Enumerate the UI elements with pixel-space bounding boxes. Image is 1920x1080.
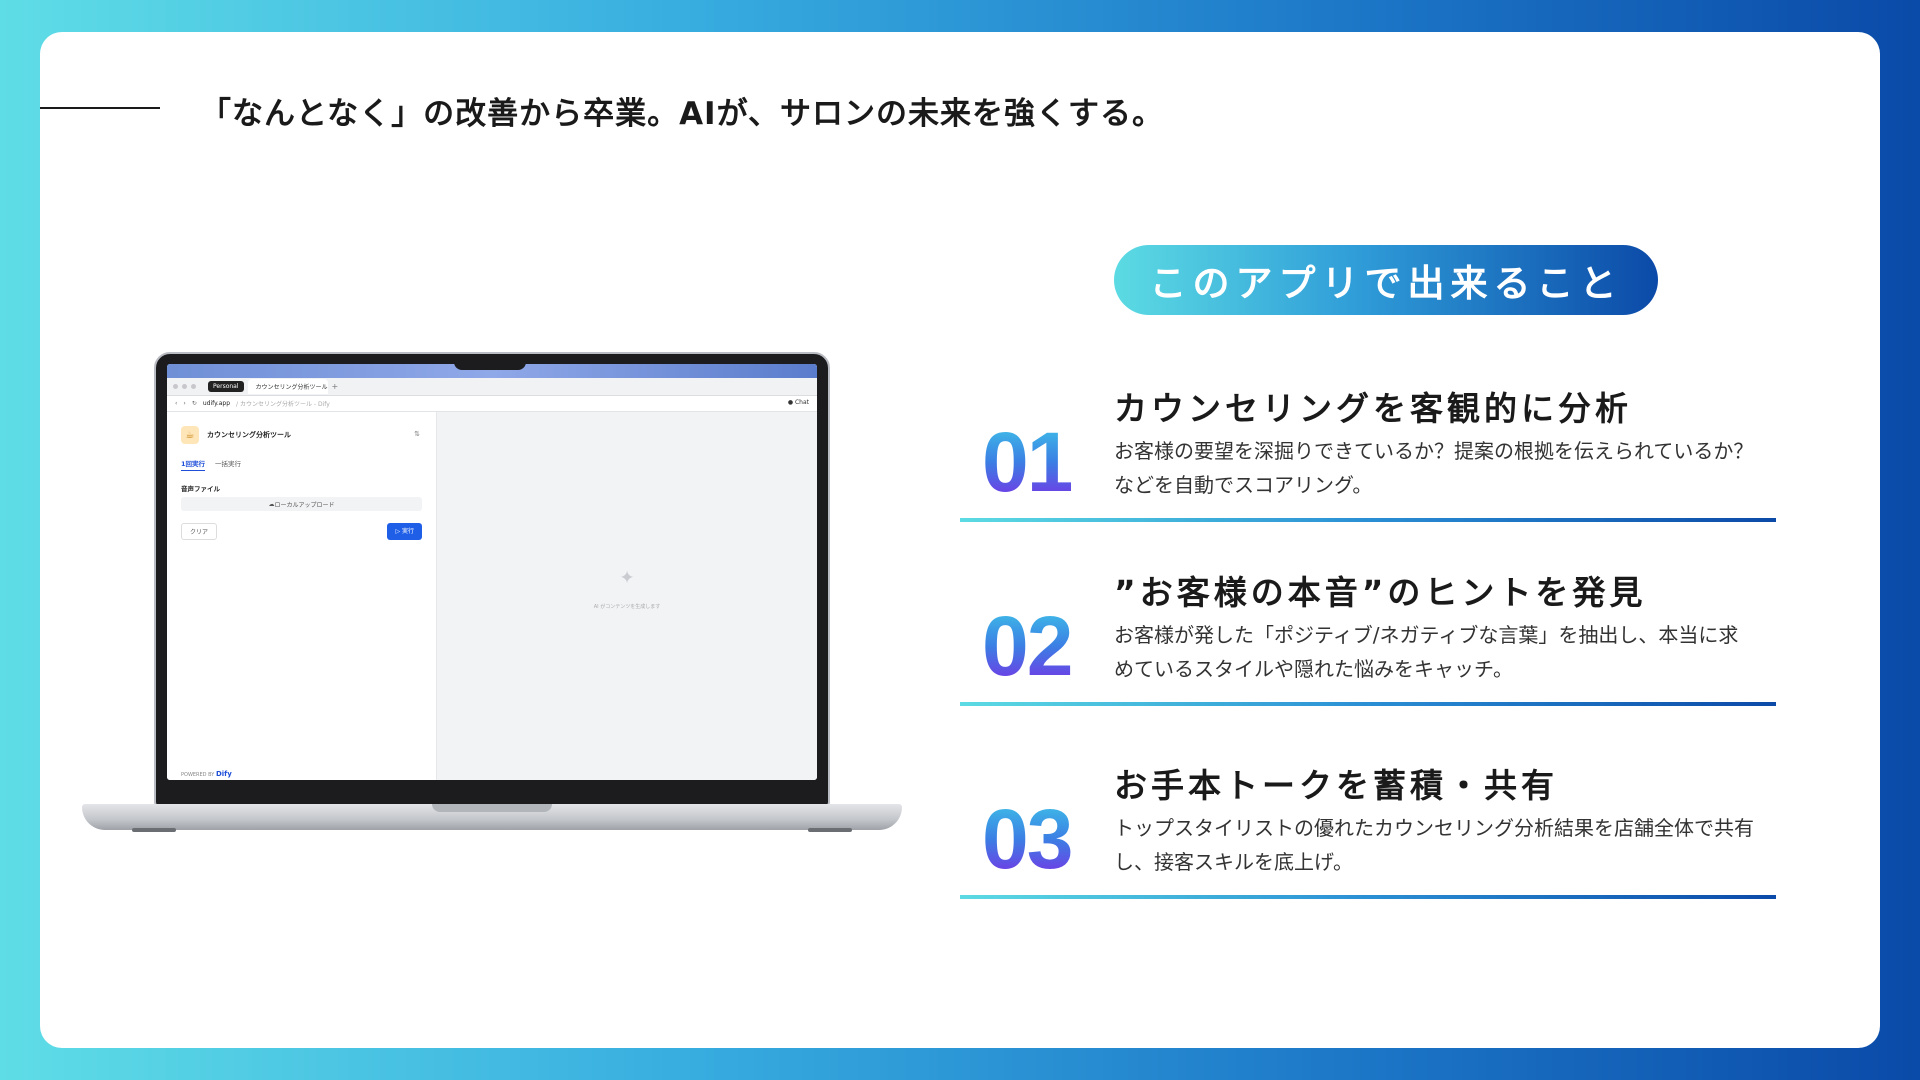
local-upload-button[interactable]: ☁ ローカルアップロード — [181, 497, 422, 511]
powered-by: POWERED BY Dify — [181, 770, 232, 778]
window-max-dot[interactable] — [191, 384, 196, 389]
laptop-mockup: Personal カウンセリング分析ツール + ‹ › ↻ udify.app … — [82, 352, 902, 872]
action-row: クリア ▷ 実行 — [181, 523, 422, 540]
feature-item-2: 02 ”お客様の本音”のヒントを発見 お客様が発した「ポジティブ/ネガティブな言… — [960, 566, 1776, 706]
run-button[interactable]: ▷ 実行 — [387, 523, 422, 540]
laptop-foot-right — [808, 828, 852, 832]
feature-title: カウンセリングを客観的に分析 — [1114, 389, 1632, 428]
ai-generate-note: AI がコンテンツを生成します — [593, 604, 661, 611]
browser-tab[interactable]: カウンセリング分析ツール — [247, 379, 328, 394]
clear-button[interactable]: クリア — [181, 523, 218, 540]
new-tab-icon[interactable]: + — [332, 382, 339, 391]
laptop-foot-left — [132, 828, 176, 832]
upload-label: ローカルアップロード — [274, 501, 335, 509]
feature-number: 03 — [982, 792, 1073, 886]
powered-by-label: POWERED BY — [181, 772, 215, 778]
window-close-dot[interactable] — [173, 384, 178, 389]
laptop-screen: Personal カウンセリング分析ツール + ‹ › ↻ udify.app … — [167, 364, 817, 780]
audio-file-label: 音声ファイル — [181, 485, 220, 493]
feature-desc: トップスタイリストの優れたカウンセリング分析結果を店舗全体で共有し、接客スキルを… — [1114, 816, 1754, 874]
tab-batch-run[interactable]: 一括実行 — [215, 458, 241, 471]
forward-icon[interactable]: › — [183, 400, 185, 407]
swap-icon[interactable]: ⇅ — [414, 430, 420, 438]
dify-app: ☕ カウンセリング分析ツール ⇅ 1回実行 一括実行 音声ファイル ☁ ローカル… — [167, 412, 817, 780]
window-min-dot[interactable] — [182, 384, 187, 389]
url-host: udify.app — [202, 400, 231, 407]
headline: 「なんとなく」の改善から卒業。AIが、サロンの未来を強くする。 — [200, 96, 1164, 132]
browser-tabbar: Personal カウンセリング分析ツール + — [167, 378, 817, 396]
features-badge: このアプリで出来ること — [1114, 245, 1658, 315]
chat-label: Chat — [794, 399, 809, 406]
feature-desc: お客様が発した「ポジティブ/ネガティブな言葉」を抽出し、本当に求めているスタイル… — [1114, 623, 1739, 681]
feature-number: 02 — [982, 599, 1073, 693]
feature-divider — [960, 518, 1776, 522]
app-header: ☕ カウンセリング分析ツール — [181, 426, 422, 444]
profile-chip[interactable]: Personal — [208, 381, 244, 392]
feature-number: 01 — [982, 415, 1073, 509]
output-panel: ✦ AI がコンテンツを生成します — [437, 412, 817, 780]
feature-item-3: 03 お手本トークを蓄積・共有 トップスタイリストの優れたカウンセリング分析結果… — [960, 759, 1776, 899]
feature-title: ”お客様の本音”のヒントを発見 — [1114, 573, 1647, 612]
laptop-lid: Personal カウンセリング分析ツール + ‹ › ↻ udify.app … — [154, 352, 830, 808]
dify-logo: Dify — [215, 770, 232, 778]
feature-desc: お客様の要望を深掘りできているか？提案の根拠を伝えられているか？などを自動でスコ… — [1114, 439, 1754, 497]
input-panel: ☕ カウンセリング分析ツール ⇅ 1回実行 一括実行 音声ファイル ☁ ローカル… — [167, 412, 437, 780]
back-icon[interactable]: ‹ — [175, 400, 177, 407]
sparkle-icon: ✦ — [619, 567, 635, 589]
feature-divider — [960, 895, 1776, 899]
slide-card: 「なんとなく」の改善から卒業。AIが、サロンの未来を強くする。 Personal… — [40, 32, 1880, 1048]
run-mode-tabs: 1回実行 一括実行 — [181, 458, 422, 471]
chat-button[interactable]: ● Chat — [788, 399, 809, 406]
address-bar[interactable]: ‹ › ↻ udify.app / カウンセリング分析ツール - Dify ● … — [167, 396, 817, 412]
app-icon: ☕ — [181, 426, 199, 444]
url-path: / カウンセリング分析ツール - Dify — [236, 401, 330, 408]
feature-item-1: 01 カウンセリングを客観的に分析 お客様の要望を深掘りできているか？提案の根拠… — [960, 382, 1776, 522]
camera-notch — [454, 354, 526, 370]
feature-divider — [960, 702, 1776, 706]
reload-icon[interactable]: ↻ — [192, 400, 197, 407]
headline-rule — [40, 107, 160, 109]
app-name: カウンセリング分析ツール — [207, 431, 291, 439]
tab-single-run[interactable]: 1回実行 — [181, 458, 206, 471]
laptop-groove — [432, 804, 552, 812]
feature-title: お手本トークを蓄積・共有 — [1114, 766, 1558, 805]
